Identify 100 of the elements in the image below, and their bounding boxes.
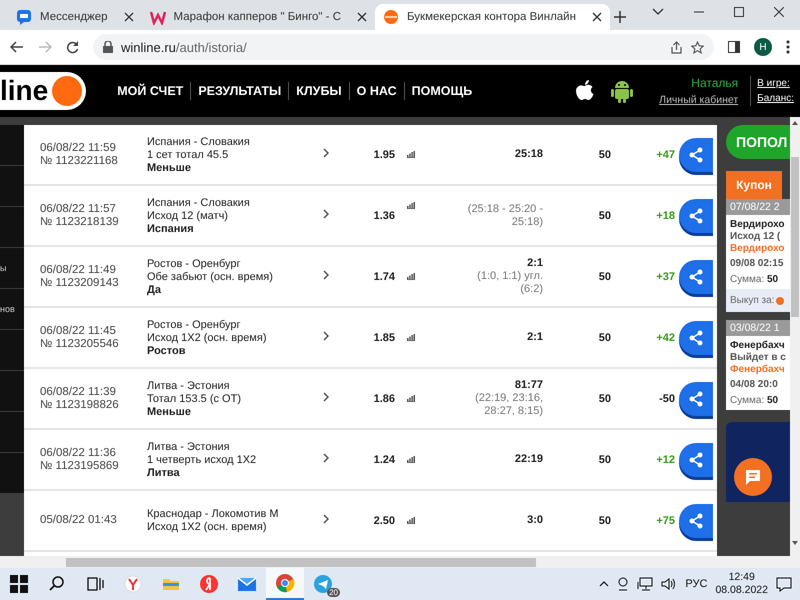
promo-banner[interactable]	[726, 422, 790, 502]
webcam-icon[interactable]	[617, 577, 630, 591]
share-icon	[689, 208, 703, 224]
sidebar-item[interactable]: нов	[0, 289, 24, 329]
clock-time[interactable]: 12:49	[728, 571, 755, 584]
chevron-right-icon[interactable]	[323, 148, 329, 158]
coupon-date: 03/08/22 1	[726, 320, 790, 336]
close-icon[interactable]	[124, 12, 134, 22]
plus-icon[interactable]	[614, 11, 626, 23]
chat-button[interactable]	[734, 458, 772, 496]
match-name: Испания - Словакия	[147, 196, 251, 208]
share-button[interactable]	[679, 198, 713, 232]
bet-pick: Да	[147, 284, 162, 296]
share-button[interactable]	[679, 382, 713, 416]
odds-value: 1.36	[372, 210, 395, 222]
profile-avatar[interactable]: Н	[754, 38, 772, 56]
share-button[interactable]	[679, 260, 713, 294]
coupon-match: Вердирохо	[730, 219, 786, 230]
horizontal-scrollbar[interactable]	[66, 558, 536, 566]
star-icon[interactable]	[691, 40, 704, 54]
address-bar[interactable]: winline.ru/auth/istoria/	[93, 34, 714, 60]
bet-number: № 1123218139	[40, 216, 120, 228]
stats-bars-icon[interactable]	[407, 516, 415, 524]
share-icon	[689, 268, 703, 284]
chrome-icon[interactable]	[275, 573, 295, 593]
browser-tab[interactable]: Букмекерская контора Винлайн	[375, 4, 610, 30]
match-score: 3:0	[527, 514, 543, 527]
close-icon[interactable]	[592, 12, 602, 22]
reload-icon[interactable]	[66, 40, 79, 54]
clock-date[interactable]: 08.08.2022	[715, 584, 768, 597]
chevron-right-icon[interactable]	[323, 270, 329, 280]
stats-bars-icon[interactable]	[407, 150, 415, 158]
balance-label: Баланс:	[757, 93, 794, 104]
share-button[interactable]	[679, 138, 713, 172]
nav-link[interactable]: ПОМОЩЬ	[404, 82, 480, 100]
browser-tab[interactable]: Мессенджер	[8, 4, 142, 30]
odds-value: 2.50	[372, 514, 395, 526]
keyboard-language[interactable]: РУС	[685, 578, 708, 590]
stake-amount: 50	[598, 148, 612, 160]
stake-amount: 50	[598, 514, 612, 526]
match-name: Ростов - Оренбург	[147, 258, 242, 270]
nav-link[interactable]: МОЙ СЧЕТ	[110, 82, 190, 100]
bet-datetime: 06/08/22 11:57	[40, 202, 117, 216]
stats-bars-icon[interactable]	[407, 334, 415, 340]
chevron-right-icon[interactable]	[323, 453, 329, 463]
nav-link[interactable]: РЕЗУЛЬТАТЫ	[190, 82, 288, 100]
back-arrow-icon[interactable]	[10, 41, 24, 53]
bet-market: Обе забьют (осн. время)	[147, 270, 274, 282]
stats-bars-icon[interactable]	[407, 202, 415, 209]
bet-market: Исход 1Х2 (осн. время)	[147, 521, 268, 533]
stats-bars-icon[interactable]	[407, 272, 415, 280]
speaker-icon[interactable]	[661, 577, 678, 591]
browser-tab[interactable]: Марафон капперов " Бинго" - С	[142, 4, 376, 30]
android-icon[interactable]	[611, 79, 634, 103]
chevron-right-icon[interactable]	[323, 514, 329, 524]
bet-number: № 1123195869	[40, 460, 120, 472]
nav-link[interactable]: О НАС	[348, 82, 404, 100]
share-icon	[689, 452, 703, 468]
close-icon[interactable]	[774, 7, 784, 17]
share-icon[interactable]	[670, 40, 683, 54]
user-name: Наталья	[691, 76, 738, 90]
sidebar-item[interactable]: ы	[0, 248, 24, 288]
minimize-icon[interactable]	[694, 11, 704, 13]
letter-ya-icon[interactable]	[199, 574, 219, 594]
site-logo[interactable]: line	[0, 72, 86, 110]
windows-start-icon[interactable]	[9, 574, 29, 594]
side-panel-icon[interactable]	[728, 41, 740, 53]
coupon-time: 04/08 20:0	[730, 379, 779, 390]
match-name: Литва - Эстония	[147, 440, 231, 452]
bet-datetime: 06/08/22 11:49	[40, 264, 117, 276]
chevron-down-icon[interactable]	[652, 8, 664, 16]
menu-icon[interactable]	[786, 40, 790, 54]
share-button[interactable]	[679, 320, 713, 354]
share-button[interactable]	[679, 442, 713, 476]
nav-link[interactable]: КЛУБЫ	[288, 82, 349, 100]
chevron-right-icon[interactable]	[323, 392, 329, 402]
network-icon[interactable]	[637, 577, 654, 591]
chevron-up-icon[interactable]	[599, 581, 610, 587]
browser-y-icon[interactable]	[123, 574, 143, 594]
chevron-right-icon[interactable]	[323, 331, 329, 341]
maximize-icon[interactable]	[734, 7, 744, 17]
cabinet-link[interactable]: Личный кабинет	[659, 94, 738, 106]
notification-icon[interactable]	[776, 576, 792, 592]
url-text: winline.ru/auth/istoria/	[121, 40, 247, 54]
notification-badge: 20	[327, 588, 340, 597]
coupon-pick: Вердирохо	[730, 243, 786, 254]
chevron-right-icon[interactable]	[323, 209, 329, 219]
coupon-market: Выйдет в с	[730, 352, 786, 363]
bet-market: 1 сет тотал 45.5	[147, 148, 230, 160]
stake-amount: 50	[598, 270, 612, 282]
coupon-time: 09/08 02:15	[730, 258, 784, 269]
w-logo-icon	[150, 9, 166, 25]
close-icon[interactable]	[357, 12, 368, 22]
apple-icon[interactable]	[575, 79, 596, 103]
stats-bars-icon[interactable]	[407, 394, 415, 402]
bet-result: +47	[655, 148, 675, 160]
stats-bars-icon[interactable]	[407, 456, 415, 462]
bet-pick: Ростов	[147, 344, 186, 356]
odds-value: 1.86	[372, 392, 395, 404]
share-button[interactable]	[679, 504, 713, 538]
